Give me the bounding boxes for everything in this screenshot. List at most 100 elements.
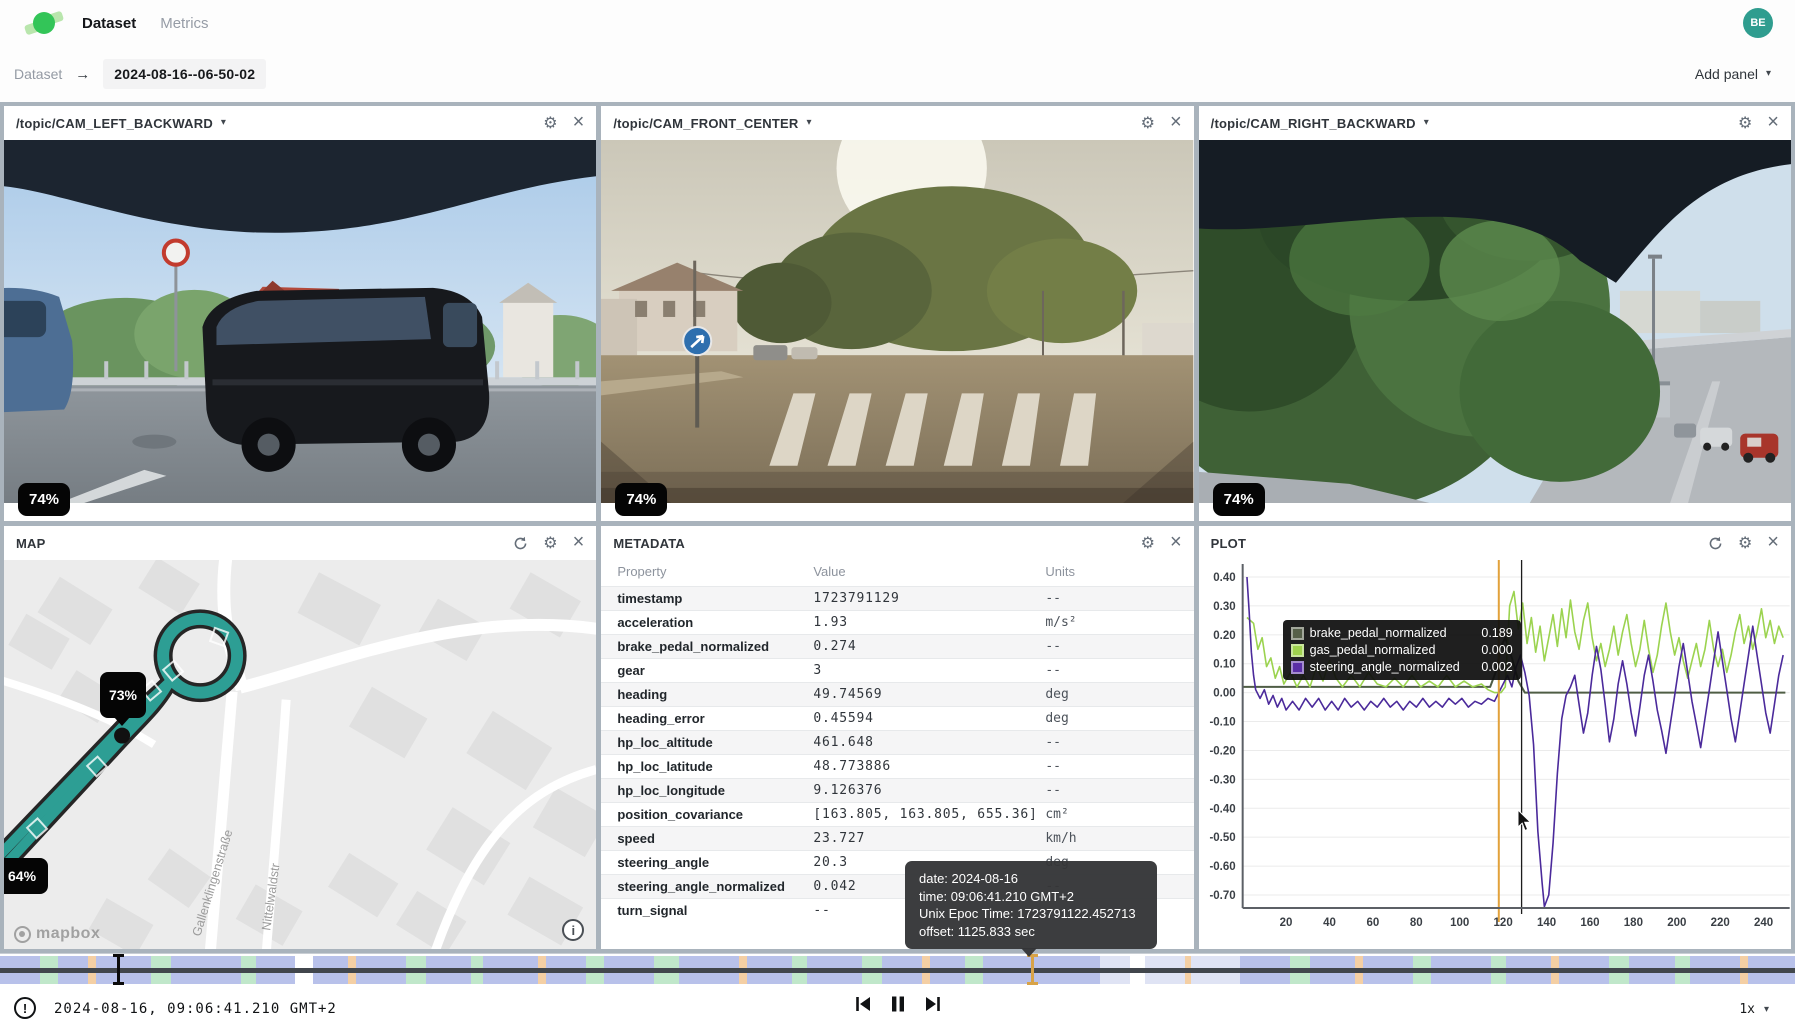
legend-value: 0.000 bbox=[1481, 643, 1512, 657]
plot-legend: brake_pedal_normalized0.189 gas_pedal_nor… bbox=[1283, 620, 1521, 680]
panel-cam-right-backward: /topic/CAM_RIGHT_BACKWARD ⚙ bbox=[1199, 106, 1791, 521]
svg-text:40: 40 bbox=[1323, 917, 1336, 929]
svg-text:120: 120 bbox=[1493, 917, 1512, 929]
svg-text:0.40: 0.40 bbox=[1213, 572, 1235, 584]
panel-cam-front-center: /topic/CAM_FRONT_CENTER ⚙ bbox=[601, 106, 1193, 521]
gear-icon[interactable]: ⚙ bbox=[1141, 115, 1155, 131]
column-value: Value bbox=[813, 560, 1045, 587]
legend-swatch bbox=[1291, 627, 1304, 640]
close-icon[interactable] bbox=[1767, 112, 1779, 132]
skip-to-start-button[interactable] bbox=[854, 995, 872, 1013]
legend-swatch bbox=[1291, 644, 1304, 657]
close-icon[interactable] bbox=[1170, 532, 1182, 552]
svg-text:0.20: 0.20 bbox=[1213, 630, 1235, 642]
tab-metrics[interactable]: Metrics bbox=[160, 15, 208, 32]
legend-swatch bbox=[1291, 661, 1304, 674]
panel-map: MAP ⚙ bbox=[4, 526, 596, 949]
time-tooltip-lines: date: 2024-08-16time: 09:06:41.210 GMT+2… bbox=[919, 870, 1143, 940]
svg-text:-0.70: -0.70 bbox=[1209, 890, 1235, 902]
breadcrumb: Dataset 2024-08-16--06-50-02 Add panel bbox=[0, 46, 1795, 102]
panel-cam-left-backward: /topic/CAM_LEFT_BACKWARD ⚙ bbox=[4, 106, 596, 521]
gear-icon[interactable]: ⚙ bbox=[1738, 535, 1752, 551]
breadcrumb-arrow-icon bbox=[75, 66, 90, 83]
topic-selector-cam-front[interactable]: /topic/CAM_FRONT_CENTER bbox=[613, 116, 811, 131]
svg-text:0.30: 0.30 bbox=[1213, 601, 1235, 613]
column-units: Units bbox=[1045, 560, 1193, 587]
top-bar: Dataset Metrics BE bbox=[0, 0, 1795, 46]
chevron-down-icon bbox=[1766, 69, 1771, 79]
tooltip-line: offset: 1125.833 sec bbox=[919, 923, 1143, 941]
timeline-playhead[interactable] bbox=[1026, 954, 1039, 985]
topic-selector-cam-right[interactable]: /topic/CAM_RIGHT_BACKWARD bbox=[1211, 116, 1429, 131]
table-row: hp_loc_longitude9.126376-- bbox=[601, 779, 1193, 803]
camera-image-left-backward bbox=[4, 140, 596, 503]
corner-confidence-badge: 64% bbox=[4, 858, 48, 894]
tooltip-line: time: 09:06:41.210 GMT+2 bbox=[919, 888, 1143, 906]
breadcrumb-root[interactable]: Dataset bbox=[14, 66, 62, 82]
gear-icon[interactable]: ⚙ bbox=[543, 535, 557, 551]
legend-item: brake_pedal_normalized0.189 bbox=[1291, 626, 1513, 640]
playback-speed-selector[interactable]: 1x bbox=[1739, 1002, 1769, 1017]
metadata-panel-title: METADATA bbox=[613, 536, 685, 551]
refresh-icon[interactable] bbox=[513, 536, 528, 551]
playback-bar: 2024-08-16, 09:06:41.210 GMT+2 1x bbox=[0, 986, 1795, 1033]
legend-item: gas_pedal_normalized0.000 bbox=[1291, 643, 1513, 657]
svg-text:200: 200 bbox=[1667, 917, 1686, 929]
legend-item: steering_angle_normalized0.002 bbox=[1291, 660, 1513, 674]
time-tooltip: date: 2024-08-16time: 09:06:41.210 GMT+2… bbox=[905, 861, 1157, 949]
topic-selector-cam-left[interactable]: /topic/CAM_LEFT_BACKWARD bbox=[16, 116, 226, 131]
tooltip-line: Unix Epoc Time: 1723791122.452713 bbox=[919, 905, 1143, 923]
table-row: heading49.74569deg bbox=[601, 683, 1193, 707]
plot-body: 0.400.300.200.100.00-0.10-0.20-0.30-0.40… bbox=[1199, 560, 1791, 949]
confidence-badge: 74% bbox=[1213, 483, 1265, 516]
timeline-track bbox=[0, 968, 1795, 973]
table-row: speed23.727km/h bbox=[601, 827, 1193, 851]
mapbox-logo-icon bbox=[14, 926, 31, 943]
svg-text:220: 220 bbox=[1710, 917, 1729, 929]
svg-text:-0.20: -0.20 bbox=[1209, 745, 1235, 757]
chevron-down-icon bbox=[807, 118, 812, 128]
column-property: Property bbox=[601, 560, 813, 587]
svg-text:180: 180 bbox=[1623, 917, 1642, 929]
svg-text:80: 80 bbox=[1410, 917, 1423, 929]
gear-icon[interactable]: ⚙ bbox=[543, 115, 557, 131]
add-panel-button[interactable]: Add panel bbox=[1695, 66, 1771, 82]
gear-icon[interactable]: ⚙ bbox=[1141, 535, 1155, 551]
panel-plot: PLOT ⚙ 0.400.300.200.100.00-0.10-0.20-0.… bbox=[1199, 526, 1791, 949]
table-row: gear3-- bbox=[601, 659, 1193, 683]
svg-text:0.10: 0.10 bbox=[1213, 659, 1235, 671]
confidence-badge: 74% bbox=[615, 483, 667, 516]
chevron-down-icon bbox=[221, 118, 226, 128]
add-panel-label: Add panel bbox=[1695, 66, 1758, 82]
svg-text:140: 140 bbox=[1537, 917, 1556, 929]
chevron-down-icon bbox=[1764, 1005, 1769, 1015]
gear-icon[interactable]: ⚙ bbox=[1738, 115, 1752, 131]
refresh-icon[interactable] bbox=[1708, 536, 1723, 551]
close-icon[interactable] bbox=[1767, 532, 1779, 552]
legend-label: brake_pedal_normalized bbox=[1310, 626, 1447, 640]
timeline-cursor-secondary[interactable] bbox=[112, 954, 125, 985]
avatar[interactable]: BE bbox=[1743, 8, 1773, 38]
tab-dataset[interactable]: Dataset bbox=[82, 15, 136, 32]
table-row: brake_pedal_normalized0.274-- bbox=[601, 635, 1193, 659]
panel-grid: /topic/CAM_LEFT_BACKWARD ⚙ bbox=[0, 102, 1795, 953]
svg-text:0.00: 0.00 bbox=[1213, 688, 1235, 700]
pause-button[interactable] bbox=[890, 995, 906, 1013]
route-confidence-badge: 73% bbox=[100, 672, 146, 718]
map-canvas[interactable]: Gallenklingenstraße Nittelwaldstr bbox=[4, 560, 596, 949]
timeline-scrubber[interactable] bbox=[0, 953, 1795, 986]
plot-chart[interactable]: 0.400.300.200.100.00-0.10-0.20-0.30-0.40… bbox=[1199, 560, 1791, 945]
mapbox-logo: mapbox bbox=[14, 925, 100, 943]
svg-text:-0.60: -0.60 bbox=[1209, 861, 1235, 873]
legend-label: steering_angle_normalized bbox=[1310, 660, 1460, 674]
map-panel-title: MAP bbox=[16, 536, 46, 551]
close-icon[interactable] bbox=[1170, 112, 1182, 132]
svg-text:-0.40: -0.40 bbox=[1209, 803, 1235, 815]
tooltip-line: date: 2024-08-16 bbox=[919, 870, 1143, 888]
svg-text:-0.10: -0.10 bbox=[1209, 717, 1235, 729]
svg-text:160: 160 bbox=[1580, 917, 1599, 929]
close-icon[interactable] bbox=[573, 112, 585, 132]
breadcrumb-current[interactable]: 2024-08-16--06-50-02 bbox=[103, 59, 266, 89]
close-icon[interactable] bbox=[573, 532, 585, 552]
skip-to-end-button[interactable] bbox=[924, 995, 942, 1013]
